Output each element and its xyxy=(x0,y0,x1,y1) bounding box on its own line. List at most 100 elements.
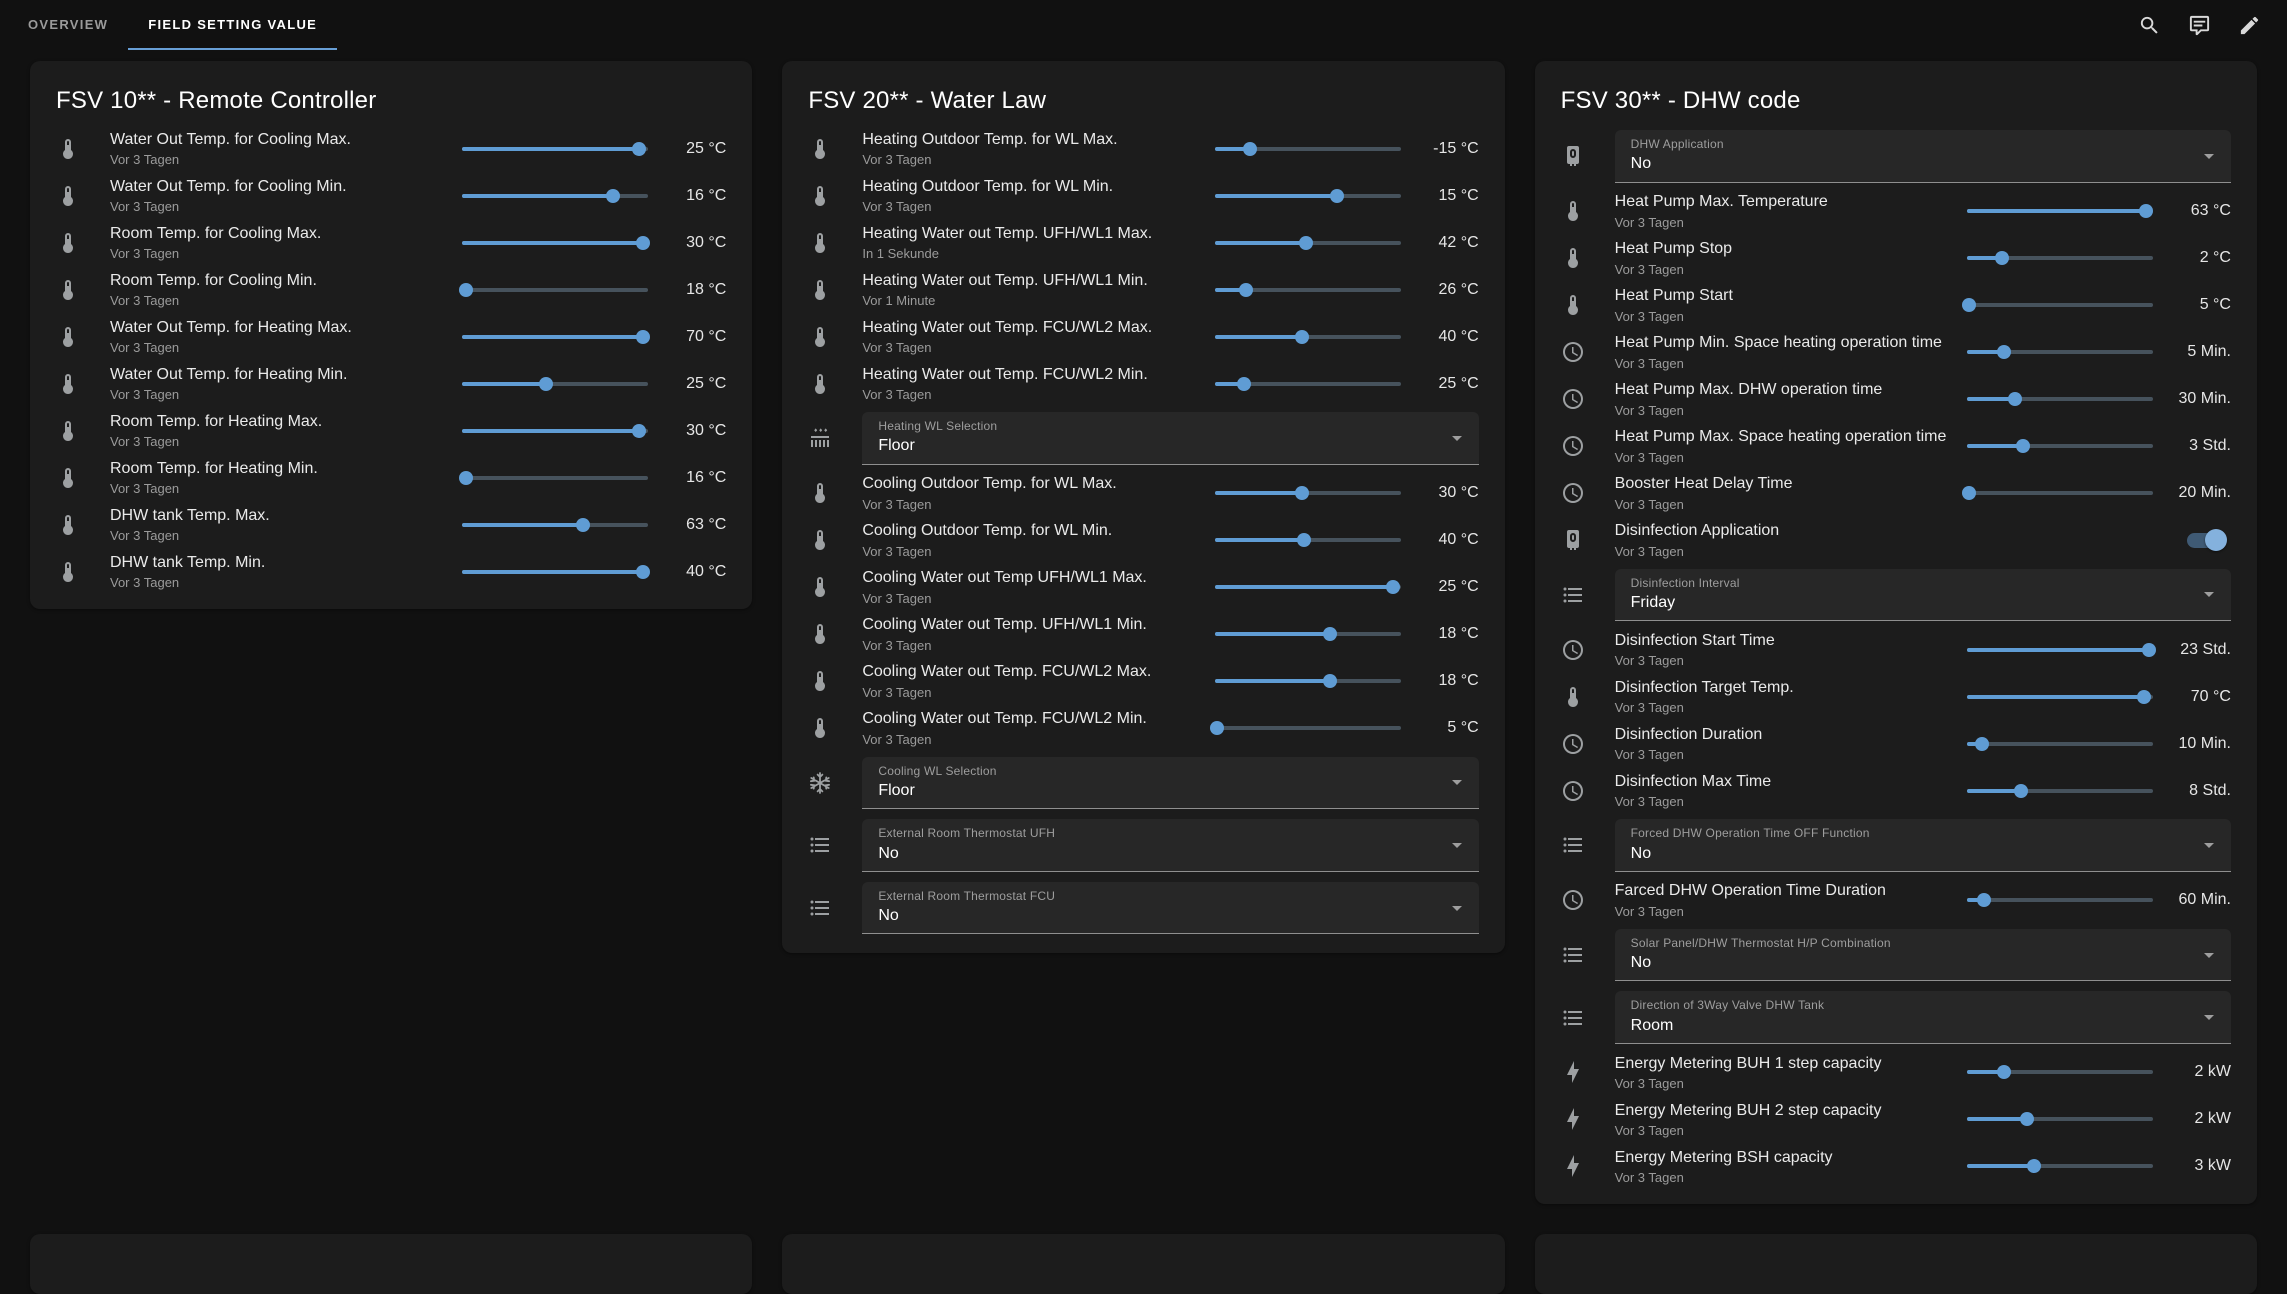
entity-row-energy-metering-buh-1-step-capacity[interactable]: Energy Metering BUH 1 step capacityVor 3… xyxy=(1535,1049,2257,1096)
entity-row-disinfection-application[interactable]: Disinfection ApplicationVor 3 Tagen xyxy=(1535,517,2257,564)
slider-thumb[interactable] xyxy=(636,330,650,344)
entity-row-heating-water-out-temp-ufh-wl1-min[interactable]: Heating Water out Temp. UFH/WL1 Min.Vor … xyxy=(782,266,1504,313)
entity-row-cooling-water-out-temp-fcu-wl2-min[interactable]: Cooling Water out Temp. FCU/WL2 Min.Vor … xyxy=(782,705,1504,752)
value-slider[interactable] xyxy=(462,517,648,533)
value-slider[interactable] xyxy=(1215,188,1401,204)
value-slider[interactable] xyxy=(1967,1111,2153,1127)
slider-thumb[interactable] xyxy=(459,283,473,297)
entity-row-room-temp-for-cooling-max[interactable]: Room Temp. for Cooling Max.Vor 3 Tagen30… xyxy=(30,219,752,266)
slider-thumb[interactable] xyxy=(459,471,473,485)
entity-row-disinfection-duration[interactable]: Disinfection DurationVor 3 Tagen10 Min. xyxy=(1535,720,2257,767)
entity-row-disinfection-start-time[interactable]: Disinfection Start TimeVor 3 Tagen23 Std… xyxy=(1535,626,2257,673)
value-slider[interactable] xyxy=(462,141,648,157)
slider-thumb[interactable] xyxy=(632,424,646,438)
select-direction-of-3way-valve-dhw-tank[interactable]: Direction of 3Way Valve DHW TankRoom xyxy=(1615,991,2231,1044)
entity-row-heating-outdoor-temp-for-wl-min[interactable]: Heating Outdoor Temp. for WL Min.Vor 3 T… xyxy=(782,172,1504,219)
entity-row-disinfection-max-time[interactable]: Disinfection Max TimeVor 3 Tagen8 Std. xyxy=(1535,767,2257,814)
value-slider[interactable] xyxy=(462,423,648,439)
entity-row-heating-water-out-temp-fcu-wl2-min[interactable]: Heating Water out Temp. FCU/WL2 Min.Vor … xyxy=(782,360,1504,407)
value-slider[interactable] xyxy=(1967,1158,2153,1174)
slider-thumb[interactable] xyxy=(2027,1159,2041,1173)
value-slider[interactable] xyxy=(1967,642,2153,658)
entity-row-water-out-temp-for-cooling-min[interactable]: Water Out Temp. for Cooling Min.Vor 3 Ta… xyxy=(30,172,752,219)
slider-thumb[interactable] xyxy=(2137,690,2151,704)
entity-row-disinfection-target-temp[interactable]: Disinfection Target Temp.Vor 3 Tagen70 °… xyxy=(1535,673,2257,720)
entity-row-water-out-temp-for-heating-min[interactable]: Water Out Temp. for Heating Min.Vor 3 Ta… xyxy=(30,360,752,407)
value-slider[interactable] xyxy=(462,235,648,251)
value-slider[interactable] xyxy=(1967,203,2153,219)
entity-row-heat-pump-stop[interactable]: Heat Pump StopVor 3 Tagen2 °C xyxy=(1535,235,2257,282)
slider-thumb[interactable] xyxy=(1330,189,1344,203)
pencil-button[interactable] xyxy=(2238,14,2261,37)
value-slider[interactable] xyxy=(1967,689,2153,705)
entity-row-cooling-outdoor-temp-for-wl-min[interactable]: Cooling Outdoor Temp. for WL Min.Vor 3 T… xyxy=(782,517,1504,564)
search-button[interactable] xyxy=(2138,14,2161,37)
value-slider[interactable] xyxy=(1967,344,2153,360)
select-solar-panel-dhw-thermostat-h-p-combination[interactable]: Solar Panel/DHW Thermostat H/P Combinati… xyxy=(1615,929,2231,982)
entity-row-booster-heat-delay-time[interactable]: Booster Heat Delay TimeVor 3 Tagen20 Min… xyxy=(1535,470,2257,517)
slider-thumb[interactable] xyxy=(1323,674,1337,688)
slider-thumb[interactable] xyxy=(2020,1112,2034,1126)
entity-row-cooling-water-out-temp-ufh-wl1-max[interactable]: Cooling Water out Temp UFH/WL1 Max.Vor 3… xyxy=(782,564,1504,611)
slider-thumb[interactable] xyxy=(1297,533,1311,547)
slider-thumb[interactable] xyxy=(1995,251,2009,265)
value-slider[interactable] xyxy=(1215,532,1401,548)
toggle-switch[interactable] xyxy=(2187,533,2225,548)
value-slider[interactable] xyxy=(1967,250,2153,266)
slider-thumb[interactable] xyxy=(1997,1065,2011,1079)
slider-thumb[interactable] xyxy=(632,142,646,156)
value-slider[interactable] xyxy=(1967,892,2153,908)
entity-row-farced-dhw-operation-time-duration[interactable]: Farced DHW Operation Time DurationVor 3 … xyxy=(1535,877,2257,924)
slider-thumb[interactable] xyxy=(1299,236,1313,250)
entity-row-room-temp-for-cooling-min[interactable]: Room Temp. for Cooling Min.Vor 3 Tagen18… xyxy=(30,266,752,313)
value-slider[interactable] xyxy=(462,470,648,486)
slider-thumb[interactable] xyxy=(636,236,650,250)
select-external-room-thermostat-ufh[interactable]: External Room Thermostat UFHNo xyxy=(862,819,1478,872)
value-slider[interactable] xyxy=(1215,579,1401,595)
select-disinfection-interval[interactable]: Disinfection IntervalFriday xyxy=(1615,569,2231,622)
value-slider[interactable] xyxy=(1215,720,1401,736)
entity-row-dhw-tank-temp-min[interactable]: DHW tank Temp. Min.Vor 3 Tagen40 °C xyxy=(30,548,752,595)
value-slider[interactable] xyxy=(1215,329,1401,345)
value-slider[interactable] xyxy=(462,282,648,298)
value-slider[interactable] xyxy=(1967,391,2153,407)
select-external-room-thermostat-fcu[interactable]: External Room Thermostat FCUNo xyxy=(862,882,1478,935)
tab-overview[interactable]: OVERVIEW xyxy=(8,0,128,50)
slider-thumb[interactable] xyxy=(1962,298,1976,312)
entity-row-cooling-outdoor-temp-for-wl-max[interactable]: Cooling Outdoor Temp. for WL Max.Vor 3 T… xyxy=(782,470,1504,517)
slider-thumb[interactable] xyxy=(1210,721,1224,735)
entity-row-heating-water-out-temp-fcu-wl2-max[interactable]: Heating Water out Temp. FCU/WL2 Max.Vor … xyxy=(782,313,1504,360)
value-slider[interactable] xyxy=(1215,673,1401,689)
slider-thumb[interactable] xyxy=(1962,486,1976,500)
entity-row-heat-pump-max-dhw-operation-time[interactable]: Heat Pump Max. DHW operation timeVor 3 T… xyxy=(1535,376,2257,423)
value-slider[interactable] xyxy=(1967,485,2153,501)
value-slider[interactable] xyxy=(462,376,648,392)
slider-thumb[interactable] xyxy=(539,377,553,391)
slider-thumb[interactable] xyxy=(1295,486,1309,500)
slider-thumb[interactable] xyxy=(1975,737,1989,751)
slider-thumb[interactable] xyxy=(2014,784,2028,798)
slider-thumb[interactable] xyxy=(1243,142,1257,156)
entity-row-room-temp-for-heating-min[interactable]: Room Temp. for Heating Min.Vor 3 Tagen16… xyxy=(30,454,752,501)
select-cooling-wl-selection[interactable]: Cooling WL SelectionFloor xyxy=(862,757,1478,810)
value-slider[interactable] xyxy=(1215,485,1401,501)
entity-row-heating-water-out-temp-ufh-wl1-max[interactable]: Heating Water out Temp. UFH/WL1 Max.In 1… xyxy=(782,219,1504,266)
entity-row-water-out-temp-for-cooling-max[interactable]: Water Out Temp. for Cooling Max.Vor 3 Ta… xyxy=(30,125,752,172)
slider-thumb[interactable] xyxy=(1237,377,1251,391)
select-dhw-application[interactable]: DHW ApplicationNo xyxy=(1615,130,2231,183)
entity-row-heat-pump-min-space-heating-operation-time[interactable]: Heat Pump Min. Space heating operation t… xyxy=(1535,329,2257,376)
entity-row-cooling-water-out-temp-fcu-wl2-max[interactable]: Cooling Water out Temp. FCU/WL2 Max.Vor … xyxy=(782,658,1504,705)
value-slider[interactable] xyxy=(462,564,648,580)
slider-thumb[interactable] xyxy=(1977,893,1991,907)
slider-thumb[interactable] xyxy=(2139,204,2153,218)
value-slider[interactable] xyxy=(1967,1064,2153,1080)
comment-button[interactable] xyxy=(2188,14,2211,37)
entity-row-cooling-water-out-temp-ufh-wl1-min[interactable]: Cooling Water out Temp. UFH/WL1 Min.Vor … xyxy=(782,611,1504,658)
entity-row-dhw-tank-temp-max[interactable]: DHW tank Temp. Max.Vor 3 Tagen63 °C xyxy=(30,501,752,548)
slider-thumb[interactable] xyxy=(1295,330,1309,344)
slider-thumb[interactable] xyxy=(606,189,620,203)
entity-row-water-out-temp-for-heating-max[interactable]: Water Out Temp. for Heating Max.Vor 3 Ta… xyxy=(30,313,752,360)
slider-thumb[interactable] xyxy=(1323,627,1337,641)
slider-thumb[interactable] xyxy=(1997,345,2011,359)
entity-row-room-temp-for-heating-max[interactable]: Room Temp. for Heating Max.Vor 3 Tagen30… xyxy=(30,407,752,454)
